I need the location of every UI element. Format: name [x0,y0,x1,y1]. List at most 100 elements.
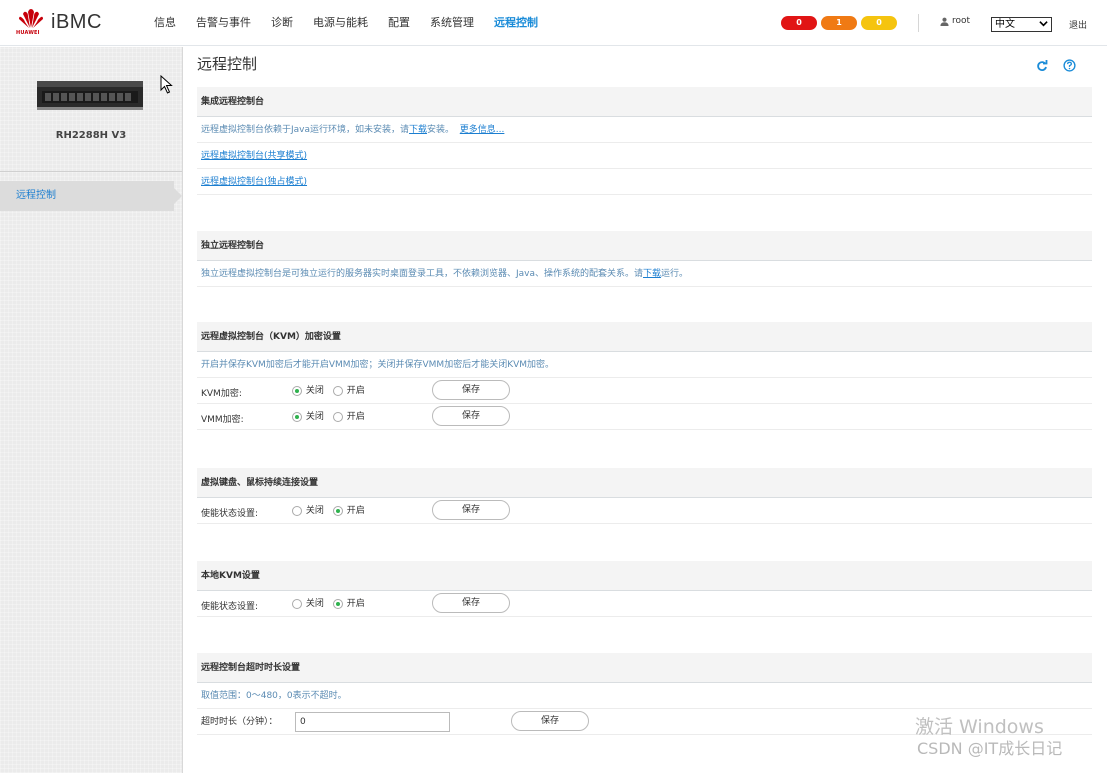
critical-alarm-badge[interactable]: 0 [781,16,817,30]
brand-small: HUAWEI [16,30,40,36]
major-alarm-badge[interactable]: 1 [821,16,857,30]
language-value: 中文 [995,19,1015,30]
info-text-suffix: 运行。 [661,269,689,279]
vmm-encryption-on-radio[interactable]: 开启 [332,404,365,430]
local-kvm-on-radio[interactable]: 开启 [332,591,365,617]
radio-dot [332,412,343,422]
nav-diagnostics[interactable]: 诊断 [261,0,303,46]
enable-status-label: 使能状态设置: [201,509,259,519]
local-kvm-save-button[interactable]: 保存 [432,593,510,613]
language-select[interactable]: 中文 [991,17,1052,32]
server-icon [37,81,143,110]
timeout-range-info: 取值范围：0～480，0表示不超时。 [197,683,1092,709]
kvm-encryption-on-radio[interactable]: 开启 [332,378,365,404]
username: root [952,16,971,26]
standalone-console-info: 独立远程虚拟控制台是可独立运行的服务器实时桌面登录工具，不依赖浏览器、Java、… [197,261,1092,287]
kvm-encryption-info: 开启并保存KVM加密后才能开启VMM加密；关闭并保存VMM加密后才能关闭KVM加… [197,352,1092,378]
server-model: RH2288H V3 [55,130,127,141]
top-header: HUAWEI iBMC 信息 告警与事件 诊断 电源与能耗 配置 系统管理 远程… [0,0,1107,46]
chevron-down-icon [1039,19,1048,32]
radio-dot [291,386,302,396]
section-title: 远程控制台超时时长设置 [197,653,1092,683]
csdn-credit-watermark: CSDN @IT成长日记 [917,739,1063,758]
alarm-summary: 0 1 0 [781,16,901,30]
header-divider [918,14,919,32]
enable-status-label: 使能状态设置: [201,602,259,612]
server-summary: RH2288H V3 [0,47,182,171]
info-text-suffix: 安装。 [427,125,455,135]
sidebar-item-remote-control[interactable]: 远程控制 [0,181,182,211]
mouse-pointer-icon [160,75,173,94]
timeout-minutes-input[interactable]: 0 [295,712,450,732]
section-title: 本地KVM设置 [197,561,1092,591]
keyboard-mouse-save-button[interactable]: 保存 [432,500,510,520]
nav-alarms-events[interactable]: 告警与事件 [186,0,261,46]
keyboard-mouse-off-radio[interactable]: 关闭 [291,498,324,524]
local-kvm-off-radio[interactable]: 关闭 [291,591,324,617]
refresh-icon[interactable] [1036,60,1048,72]
section-title: 远程虚拟控制台（KVM）加密设置 [197,322,1092,352]
kvm-encryption-save-button[interactable]: 保存 [432,380,510,400]
vmm-encryption-off-radio[interactable]: 关闭 [291,404,324,430]
shared-mode-row: 远程虚拟控制台(共享模式) [197,143,1092,169]
local-kvm-row: 使能状态设置: 关闭 开启 保存 [197,591,1092,617]
sidebar-divider [0,171,182,172]
radio-dot [332,599,343,609]
radio-label: 开启 [346,506,365,516]
vmm-encryption-row: VMM加密: 关闭 开启 保存 [197,404,1092,430]
radio-label: 开启 [346,386,365,396]
radio-label: 关闭 [305,412,324,422]
radio-dot [291,506,302,516]
radio-label: 开启 [346,599,365,609]
radio-label: 关闭 [305,599,324,609]
huawei-petal-icon: HUAWEI [16,9,48,36]
section-local-kvm: 本地KVM设置 使能状态设置: 关闭 开启 保存 [197,561,1092,617]
section-kvm-encryption: 远程虚拟控制台（KVM）加密设置 开启并保存KVM加密后才能开启VMM加密；关闭… [197,322,1092,430]
huawei-logo[interactable]: HUAWEI iBMC [16,9,102,36]
section-title: 集成远程控制台 [197,87,1092,117]
timeout-label: 超时时长（分钟）： [201,717,278,727]
nav-info[interactable]: 信息 [144,0,186,46]
section-integrated-console: 集成远程控制台 远程虚拟控制台依赖于Java运行环境，如未安装，请下载安装。 更… [197,87,1092,195]
nav-power-energy[interactable]: 电源与能耗 [303,0,378,46]
keyboard-mouse-row: 使能状态设置: 关闭 开启 保存 [197,498,1092,524]
radio-label: 关闭 [305,506,324,516]
kvm-encryption-off-radio[interactable]: 关闭 [291,378,324,404]
radio-label: 开启 [346,412,365,422]
nav-remote-control[interactable]: 远程控制 [484,0,548,46]
main-content: 远程控制 集成远程控制台 远程虚拟控制台依赖于Java运行环境，如未安装，请下载… [183,47,1107,773]
radio-dot [291,599,302,609]
user-icon [940,17,949,26]
user-menu[interactable]: root [940,16,970,26]
left-sidebar: RH2288H V3 远程控制 [0,47,183,773]
logout-link[interactable]: 退出 [1069,18,1087,31]
radio-dot [332,506,343,516]
section-title: 独立远程控制台 [197,231,1092,261]
info-text: 远程虚拟控制台依赖于Java运行环境，如未安装，请 [201,125,410,135]
timeout-save-button[interactable]: 保存 [511,711,589,731]
product-name: iBMC [51,10,102,33]
main-nav: 信息 告警与事件 诊断 电源与能耗 配置 系统管理 远程控制 [144,0,548,46]
page-title: 远程控制 [197,55,258,73]
minor-alarm-badge[interactable]: 0 [861,16,897,30]
help-icon[interactable] [1063,59,1076,72]
vmm-encryption-label: VMM加密: [201,415,244,425]
kvm-encryption-row: KVM加密: 关闭 开启 保存 [197,378,1092,404]
integrated-console-info: 远程虚拟控制台依赖于Java运行环境，如未安装，请下载安装。 更多信息... [197,117,1092,143]
section-standalone-console: 独立远程控制台 独立远程虚拟控制台是可独立运行的服务器实时桌面登录工具，不依赖浏… [197,231,1092,287]
nav-system-management[interactable]: 系统管理 [420,0,484,46]
download-standalone-link[interactable]: 下载 [643,269,661,279]
nav-configuration[interactable]: 配置 [378,0,420,46]
info-text: 独立远程虚拟控制台是可独立运行的服务器实时桌面登录工具，不依赖浏览器、Java、… [201,269,644,279]
download-java-link[interactable]: 下载 [409,125,427,135]
console-shared-mode-link[interactable]: 远程虚拟控制台(共享模式) [201,151,307,161]
keyboard-mouse-on-radio[interactable]: 开启 [332,498,365,524]
radio-label: 关闭 [305,386,324,396]
radio-dot [291,412,302,422]
section-keyboard-mouse: 虚拟键盘、鼠标持续连接设置 使能状态设置: 关闭 开启 保存 [197,468,1092,524]
radio-dot [332,386,343,396]
vmm-encryption-save-button[interactable]: 保存 [432,406,510,426]
more-info-link[interactable]: 更多信息... [460,125,505,135]
section-title: 虚拟键盘、鼠标持续连接设置 [197,468,1092,498]
console-exclusive-mode-link[interactable]: 远程虚拟控制台(独占模式) [201,177,307,187]
